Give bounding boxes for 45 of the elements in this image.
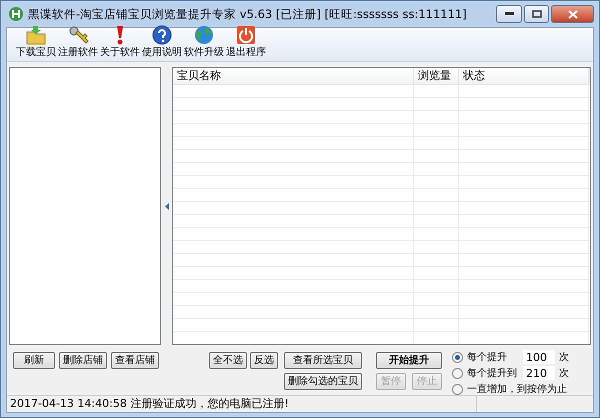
power-icon [235,25,257,45]
toolbar-button[interactable]: 注册软件 [57,25,99,59]
shop-button[interactable]: 刷新 [13,352,55,369]
item-button[interactable]: 删除勾选的宝贝 [284,373,362,390]
toolbar-button[interactable]: 下载宝贝 [15,25,57,59]
count-field[interactable]: 210 [523,366,555,380]
unit-label: 次 [559,367,569,380]
item-button[interactable]: 查看所选宝贝 [284,352,362,369]
key-icon [67,25,89,45]
mode-label: 一直增加，到按停为止 [467,382,567,396]
toolbar-button[interactable]: 关于软件 [99,25,141,59]
toolbar-button[interactable]: 使用说明 [141,25,183,59]
minimize-icon [504,12,514,16]
column-header[interactable]: 宝贝名称 [173,68,414,84]
toolbar-button[interactable]: 退出程序 [225,25,267,59]
mode-radio[interactable] [452,352,463,362]
maximize-icon [532,10,542,18]
unit-label: 次 [559,351,569,364]
mode-label: 每个提升到 [467,366,518,380]
shop-button[interactable]: 删除店铺 [59,352,107,369]
app-icon [8,6,24,22]
column-header[interactable]: 浏览量 [414,68,459,84]
shop-list[interactable] [9,67,162,345]
mode-radio[interactable] [452,368,463,378]
collapse-arrow-icon[interactable] [164,202,169,210]
toolbar-button[interactable]: 软件升级 [183,25,225,59]
minimize-button[interactable] [496,5,522,23]
start-button[interactable]: 开始提升 [376,352,442,369]
mode-radio[interactable] [452,384,463,394]
help-icon [151,25,173,45]
select-button[interactable]: 反选 [250,352,278,369]
status-text: 2017-04-13 14:40:58 注册验证成功，您的电脑已注册! [7,396,477,412]
folder-icon [25,25,47,45]
maximize-button[interactable] [524,5,549,23]
globe-icon [193,25,215,45]
close-button[interactable] [551,5,594,23]
mode-label: 每个提升 [467,350,508,364]
item-table[interactable]: 宝贝名称 浏览量 状态 [172,67,591,345]
window-title: 黑谍软件-淘宝店铺宝贝浏览量提升专家 v5.63 [已注册] [旺旺:sssssss ss:111111] [28,6,468,22]
exclamation-icon [117,25,123,45]
select-button[interactable]: 全不选 [209,352,247,369]
count-field[interactable]: 100 [523,350,555,364]
column-header[interactable]: 状态 [459,68,589,84]
close-icon [568,10,578,18]
shop-button[interactable]: 查看店铺 [111,352,159,369]
